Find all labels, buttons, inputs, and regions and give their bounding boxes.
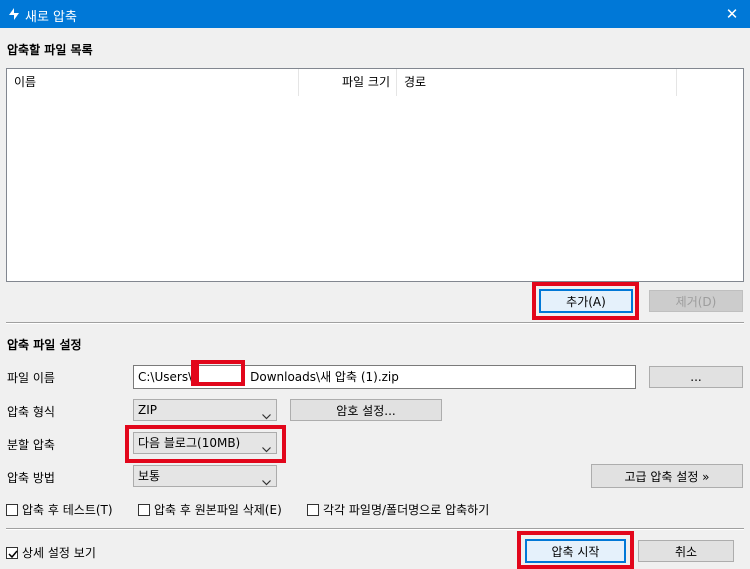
settings-title: 압축 파일 설정 — [7, 338, 82, 352]
chevron-down-icon — [262, 406, 271, 420]
delete-original-label: 압축 후 원본파일 삭제(E) — [154, 503, 282, 517]
divider-shadow — [6, 529, 744, 530]
delete-original-checkbox[interactable]: 압축 후 원본파일 삭제(E) — [138, 501, 282, 518]
method-label: 압축 방법 — [7, 471, 55, 485]
browse-button[interactable]: ... — [649, 366, 743, 388]
split-label: 분할 압축 — [7, 438, 55, 452]
file-list-title: 압축할 파일 목록 — [7, 43, 93, 57]
highlight-split — [125, 425, 286, 463]
highlight-redacted — [191, 360, 245, 386]
checkbox-box — [307, 503, 319, 516]
format-label: 압축 형식 — [7, 405, 55, 419]
cancel-button[interactable]: 취소 — [638, 540, 734, 562]
highlight-start — [517, 531, 634, 569]
method-select[interactable]: 보통 — [133, 465, 277, 487]
check-icon — [8, 550, 18, 558]
checkbox-box — [138, 503, 150, 516]
column-header-size[interactable]: 파일 크기 — [299, 69, 397, 96]
remove-button[interactable]: 제거(D) — [649, 290, 743, 312]
chevron-down-icon — [262, 472, 271, 486]
file-list-header: 이름 파일 크기 경로 — [7, 69, 743, 96]
checkbox-box — [6, 546, 18, 559]
column-header-path[interactable]: 경로 — [397, 69, 677, 96]
show-details-label: 상세 설정 보기 — [22, 546, 96, 560]
file-list[interactable]: 이름 파일 크기 경로 — [6, 68, 744, 282]
checkbox-box — [6, 503, 18, 516]
filename-label: 파일 이름 — [7, 371, 55, 385]
close-button[interactable]: ✕ — [714, 0, 750, 28]
separate-archives-label: 각각 파일명/폴더명으로 압축하기 — [323, 503, 490, 517]
test-after-checkbox[interactable]: 압축 후 테스트(T) — [6, 501, 113, 518]
test-after-label: 압축 후 테스트(T) — [22, 503, 113, 517]
redaction-mark — [191, 360, 199, 386]
filename-prefix: C:\Users\ — [138, 370, 193, 384]
method-value: 보통 — [138, 469, 161, 483]
format-value: ZIP — [138, 403, 157, 417]
show-details-checkbox[interactable]: 상세 설정 보기 — [6, 544, 96, 561]
advanced-settings-button[interactable]: 고급 압축 설정 » — [591, 464, 743, 488]
filename-suffix: Downloads\새 압축 (1).zip — [250, 370, 399, 384]
format-select[interactable]: ZIP — [133, 399, 277, 421]
column-header-name[interactable]: 이름 — [7, 69, 299, 96]
bandizip-icon — [7, 6, 21, 22]
password-button[interactable]: 암호 설정... — [290, 399, 442, 421]
window-title: 새로 압축 — [25, 10, 77, 25]
title-bar: 새로 압축 ✕ — [0, 0, 750, 28]
separate-archives-checkbox[interactable]: 각각 파일명/폴더명으로 압축하기 — [307, 501, 489, 518]
highlight-add — [532, 282, 639, 320]
divider-shadow — [6, 323, 744, 324]
